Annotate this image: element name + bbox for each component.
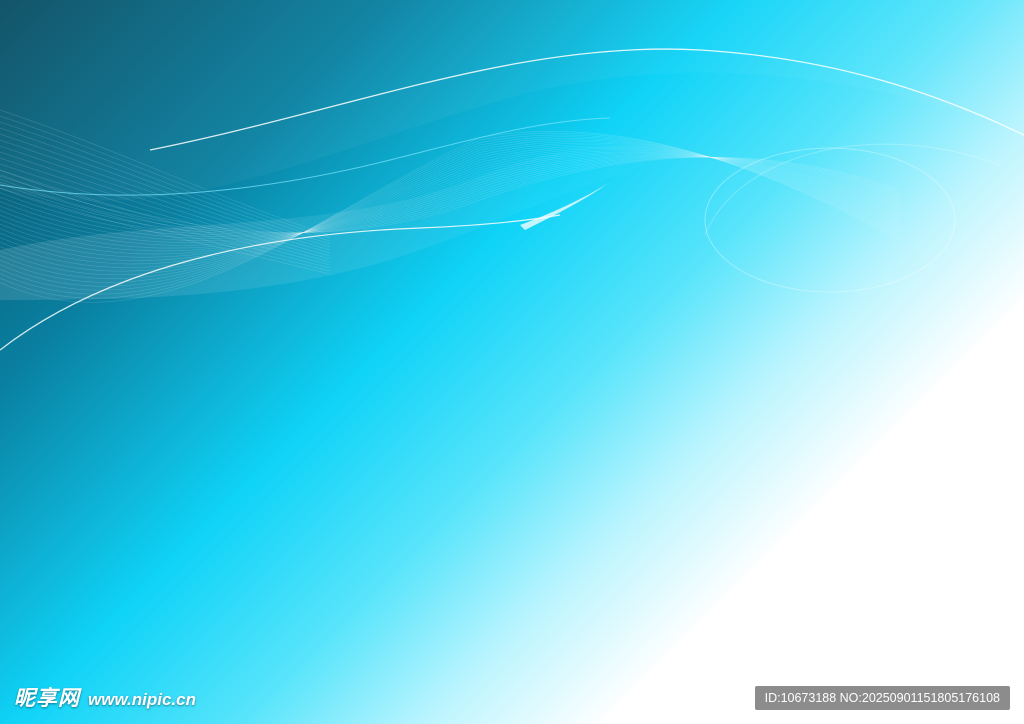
faint-swirl [704, 147, 956, 293]
image-id-badge: ID:10673188 NO:20250901151805176108 [754, 686, 1010, 710]
watermark-logo: 昵享网 www.nipic.cn [14, 682, 196, 712]
wave-lines-decoration [0, 0, 1024, 351]
abstract-blue-wave-background: 昵享网 www.nipic.cn ID:10673188 NO:20250901… [0, 0, 1024, 724]
watermark-brand-text: 昵享网 [14, 686, 80, 710]
watermark-url-text: www.nipic.cn [88, 690, 196, 709]
